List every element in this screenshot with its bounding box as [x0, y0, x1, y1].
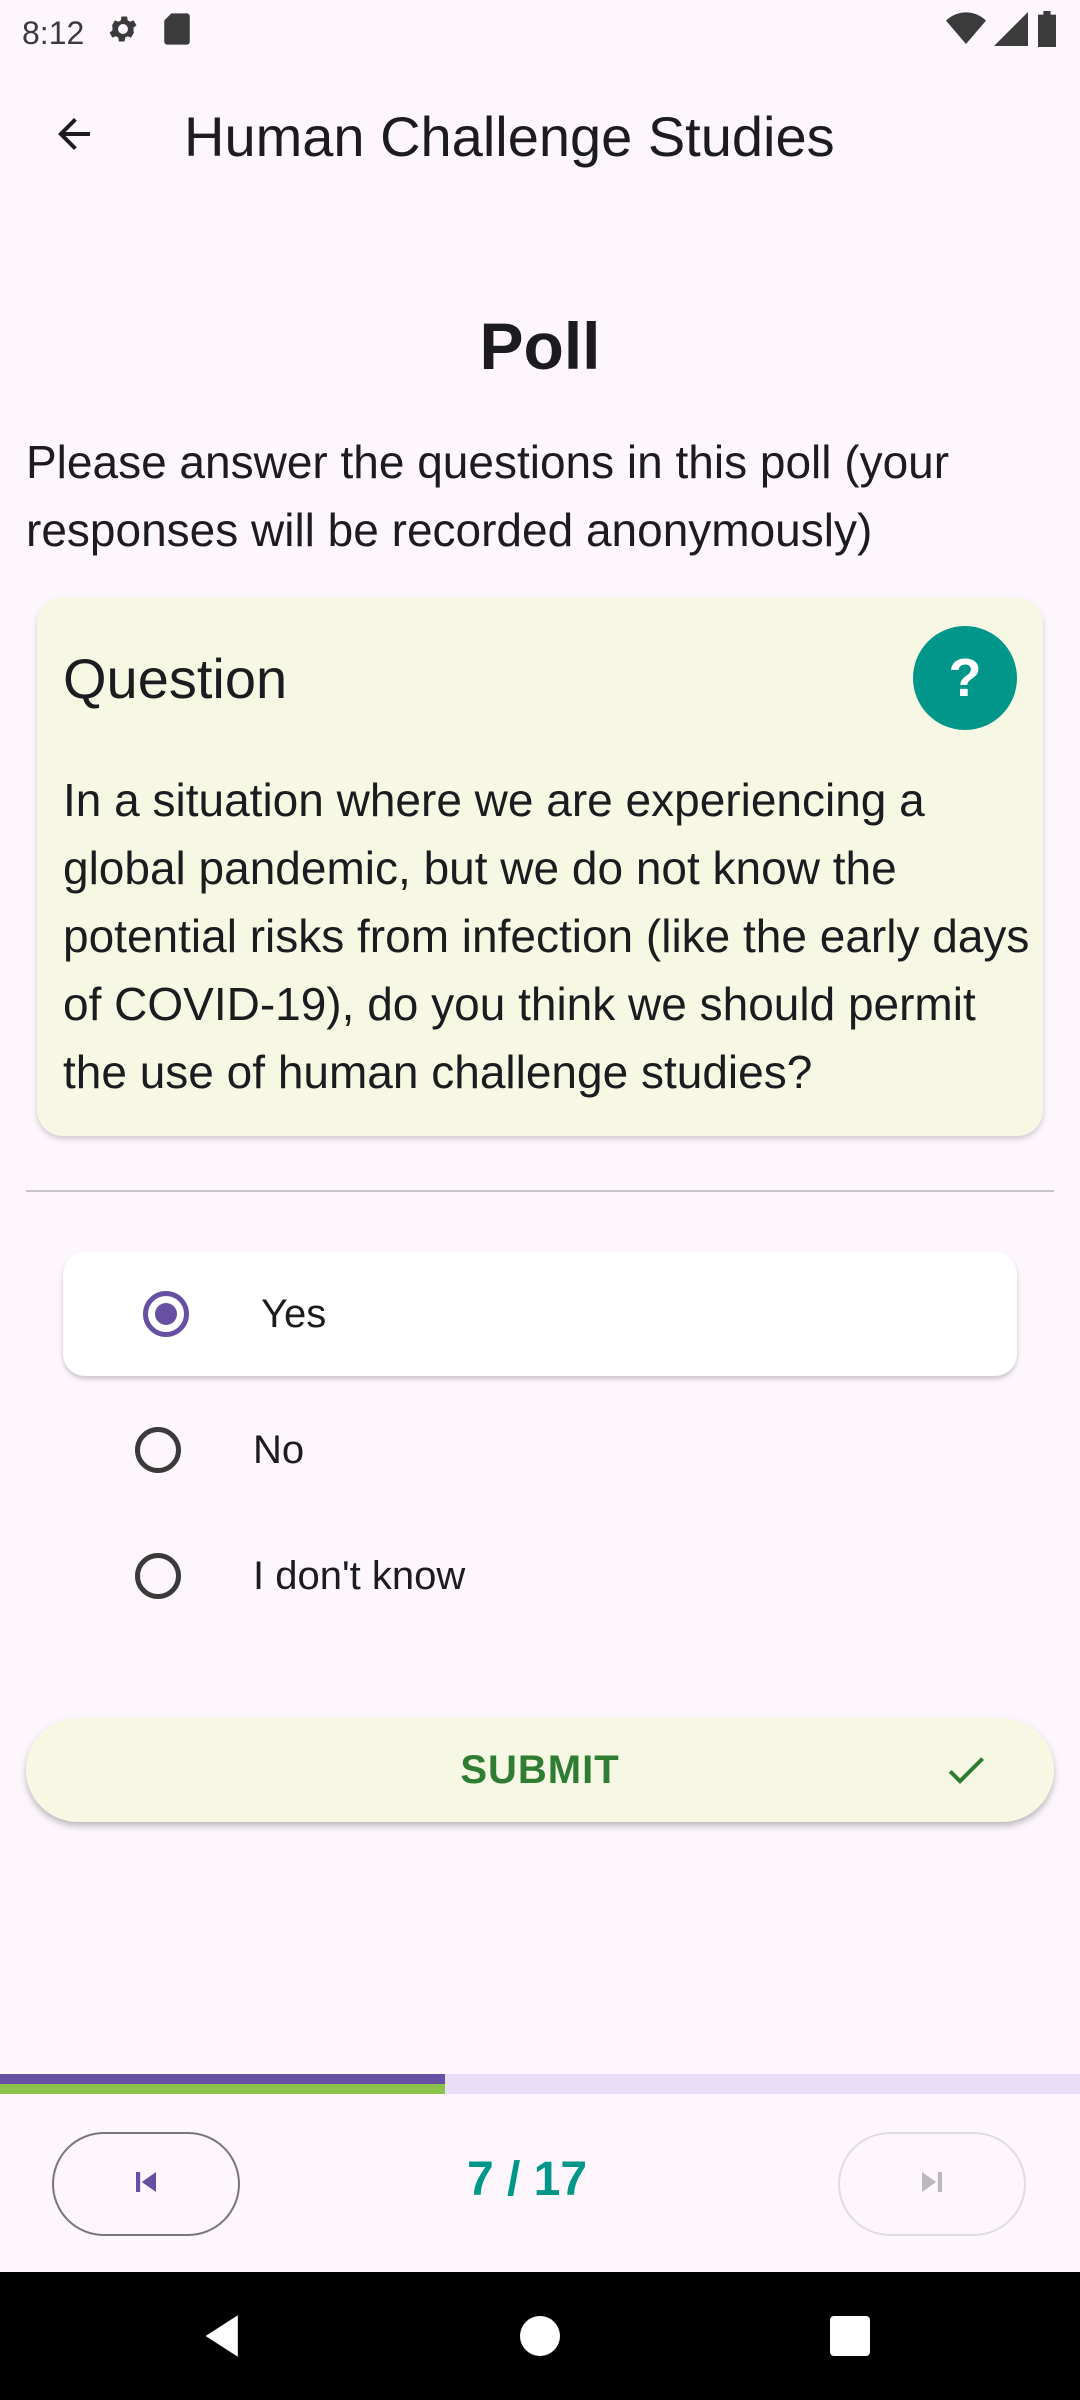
option-no[interactable]: No: [63, 1388, 1017, 1512]
question-mark-icon: ?: [948, 648, 982, 708]
app-bar: Human Challenge Studies: [0, 66, 1080, 206]
check-icon: [942, 1746, 990, 1799]
option-label: Yes: [261, 1291, 327, 1336]
poll-description: Please answer the questions in this poll…: [26, 436, 950, 556]
option-yes[interactable]: Yes: [63, 1252, 1017, 1376]
system-back-icon[interactable]: [190, 2302, 258, 2370]
arrow-left-icon: [50, 110, 98, 163]
pager-nav: 7 / 17: [0, 2094, 1080, 2272]
settings-icon: [106, 12, 140, 54]
divider: [26, 1190, 1054, 1192]
question-text: In a situation where we are experiencing…: [63, 774, 1030, 1098]
progress-bar: [0, 2074, 1080, 2094]
radio-unselected-icon[interactable]: [135, 1553, 181, 1599]
option-label: I don't know: [253, 1553, 466, 1598]
submit-button[interactable]: SUBMIT: [26, 1718, 1054, 1822]
signal-icon: [994, 12, 1028, 54]
radio-unselected-icon[interactable]: [135, 1427, 181, 1473]
next-button[interactable]: [838, 2132, 1026, 2236]
status-time: 8:12: [22, 14, 85, 51]
progress-fill: [0, 2074, 445, 2094]
system-home-icon[interactable]: [506, 2302, 574, 2370]
submit-label: SUBMIT: [460, 1747, 620, 1792]
help-button[interactable]: ?: [913, 626, 1017, 730]
back-button[interactable]: [26, 88, 122, 184]
status-bar: 8:12: [0, 0, 1080, 66]
page-title: Human Challenge Studies: [184, 104, 835, 168]
sd-card-icon: [162, 12, 192, 54]
poll-title: Poll: [479, 309, 601, 383]
battery-icon: [1036, 11, 1058, 55]
system-recents-icon[interactable]: [816, 2302, 884, 2370]
option-label: No: [253, 1427, 305, 1472]
question-heading: Question: [63, 647, 288, 710]
wifi-icon: [946, 12, 986, 54]
radio-selected-icon[interactable]: [143, 1291, 189, 1337]
question-card: Question ? In a situation where we are e…: [37, 598, 1043, 1136]
skip-next-icon: [912, 2162, 952, 2207]
option-dont-know[interactable]: I don't know: [63, 1514, 1017, 1638]
system-navigation-bar: [0, 2272, 1080, 2400]
